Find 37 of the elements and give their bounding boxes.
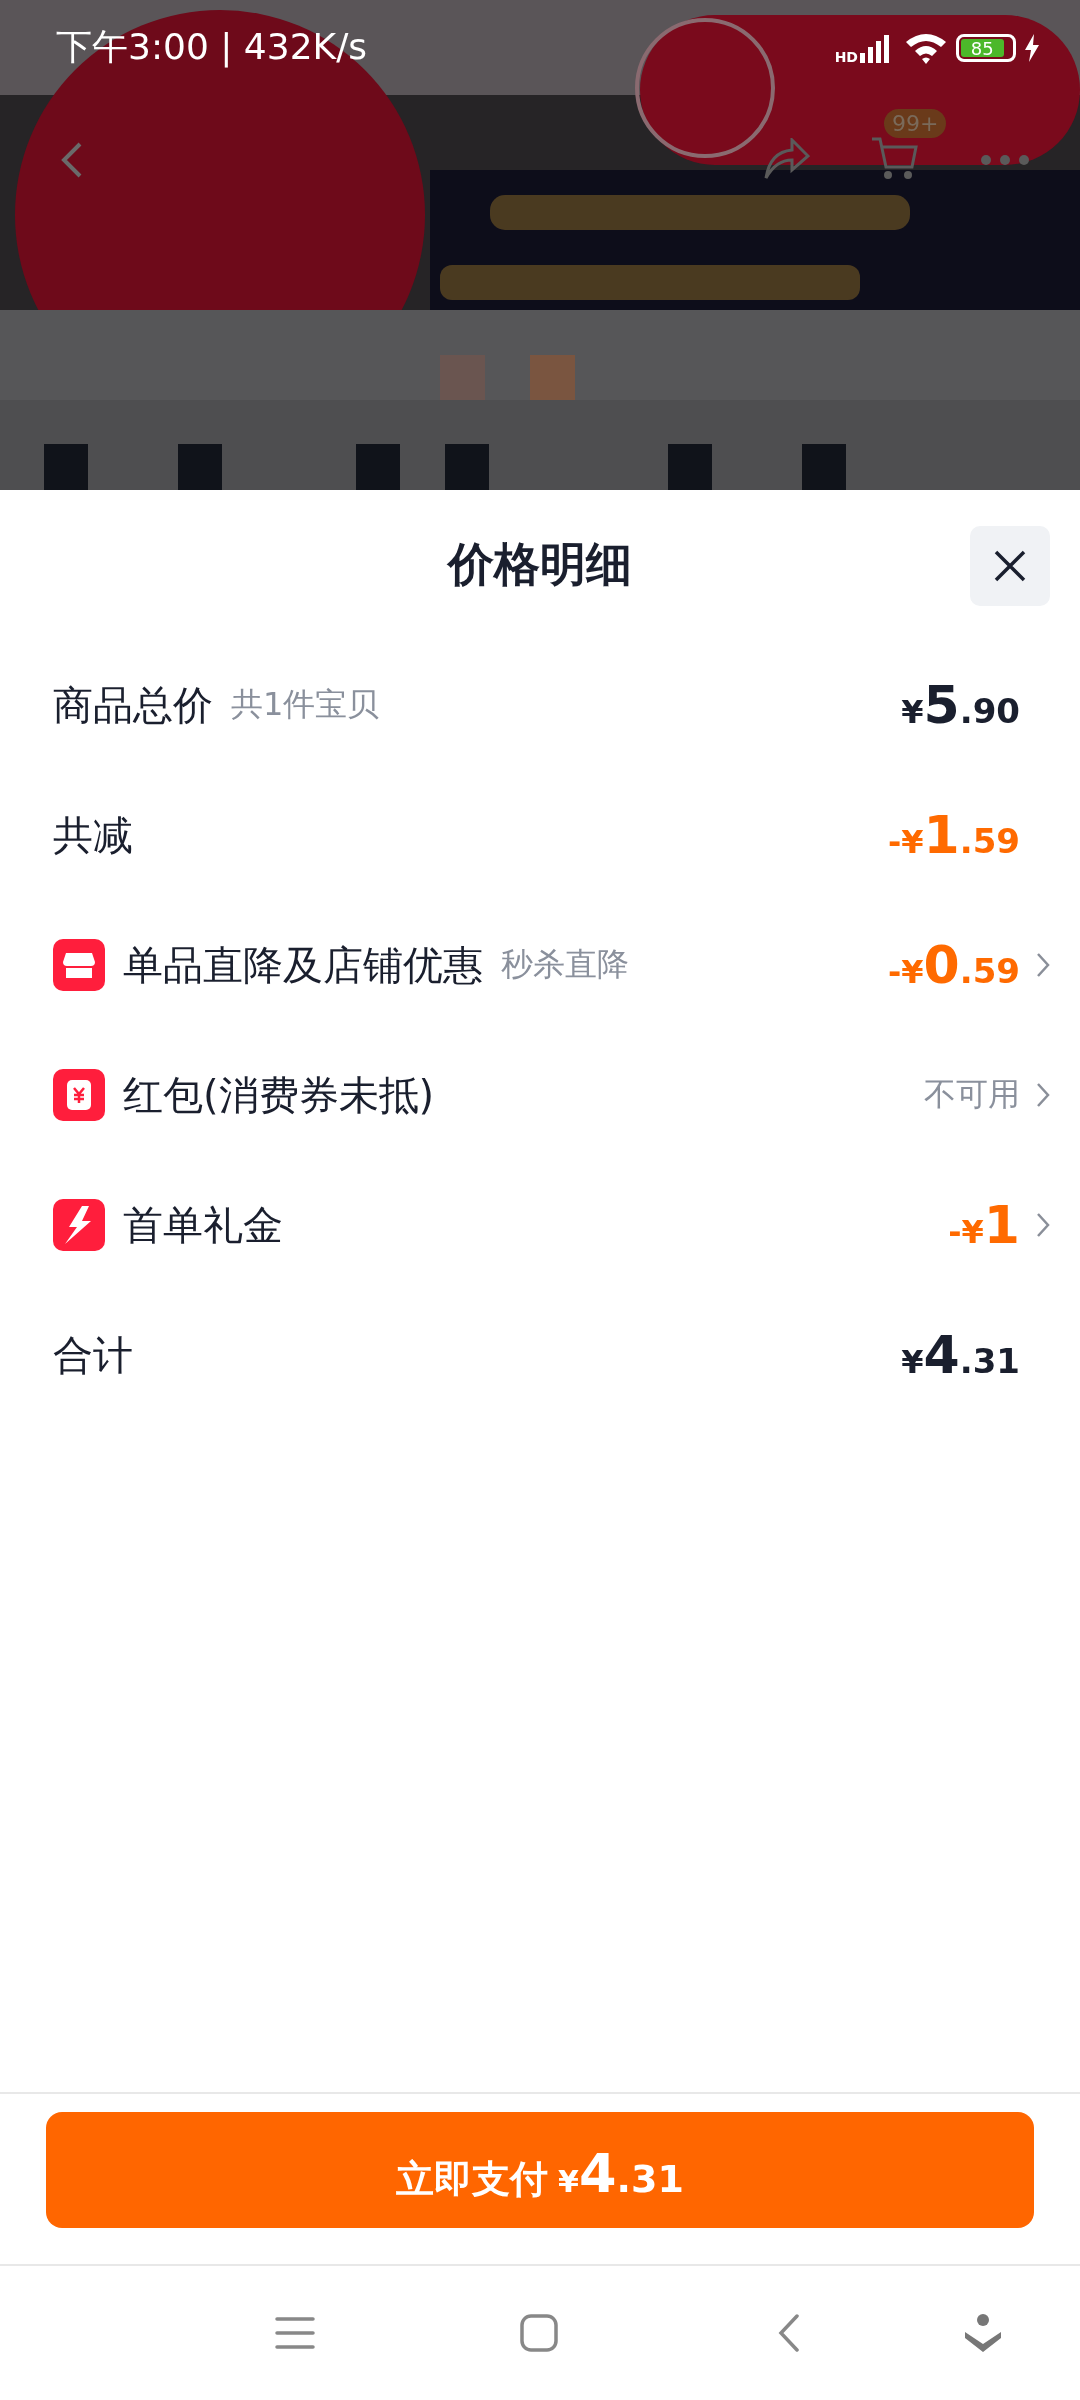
chevron-icon[interactable] bbox=[1036, 952, 1050, 978]
home-icon[interactable] bbox=[520, 2314, 558, 2352]
close-button[interactable] bbox=[970, 526, 1050, 606]
wifi-icon bbox=[904, 31, 948, 64]
close-icon bbox=[993, 549, 1027, 583]
row-label: 单品直降及店铺优惠 bbox=[123, 940, 483, 990]
sheet-title: 价格明细 bbox=[448, 536, 632, 593]
price-amount: ¥5.90 bbox=[901, 675, 1020, 735]
menu-icon[interactable] bbox=[275, 2315, 315, 2351]
envelope-icon bbox=[53, 1069, 105, 1121]
row-label: 合计 bbox=[53, 1330, 133, 1380]
assistant-icon[interactable] bbox=[965, 2314, 1001, 2352]
pay-button[interactable]: 立即支付 ¥4.31 bbox=[46, 2112, 1034, 2228]
price-amount: -¥1.59 bbox=[888, 805, 1020, 865]
battery-icon: 85 bbox=[956, 33, 1016, 62]
price-amount: -¥1 bbox=[948, 1195, 1020, 1255]
cart-badge: 99+ bbox=[884, 109, 947, 138]
price-amount: ¥4.31 bbox=[901, 1325, 1020, 1385]
store-icon bbox=[53, 939, 105, 991]
back-icon[interactable] bbox=[778, 2314, 800, 2352]
back-icon[interactable] bbox=[60, 140, 84, 180]
cart-icon[interactable] bbox=[870, 135, 920, 181]
row-label: 红包(消费券未抵) bbox=[123, 1070, 435, 1120]
chevron-icon[interactable] bbox=[1036, 1212, 1050, 1238]
row-label: 商品总价 bbox=[53, 680, 213, 730]
row-note: 共1件宝贝 bbox=[231, 684, 380, 725]
row-label: 首单礼金 bbox=[123, 1200, 283, 1250]
lightning-icon bbox=[53, 1199, 105, 1251]
price-amount: -¥0.59 bbox=[888, 935, 1020, 995]
row-note: 秒杀直降 bbox=[501, 944, 629, 985]
more-icon[interactable] bbox=[980, 154, 1030, 166]
status-time: 下午3:00 | 432K/s bbox=[56, 25, 368, 70]
charging-icon bbox=[1024, 33, 1040, 62]
network-label: HD bbox=[834, 48, 858, 65]
row-label: 共减 bbox=[53, 810, 133, 860]
row-status: 不可用 bbox=[924, 1074, 1020, 1115]
chevron-icon[interactable] bbox=[1036, 1082, 1050, 1108]
